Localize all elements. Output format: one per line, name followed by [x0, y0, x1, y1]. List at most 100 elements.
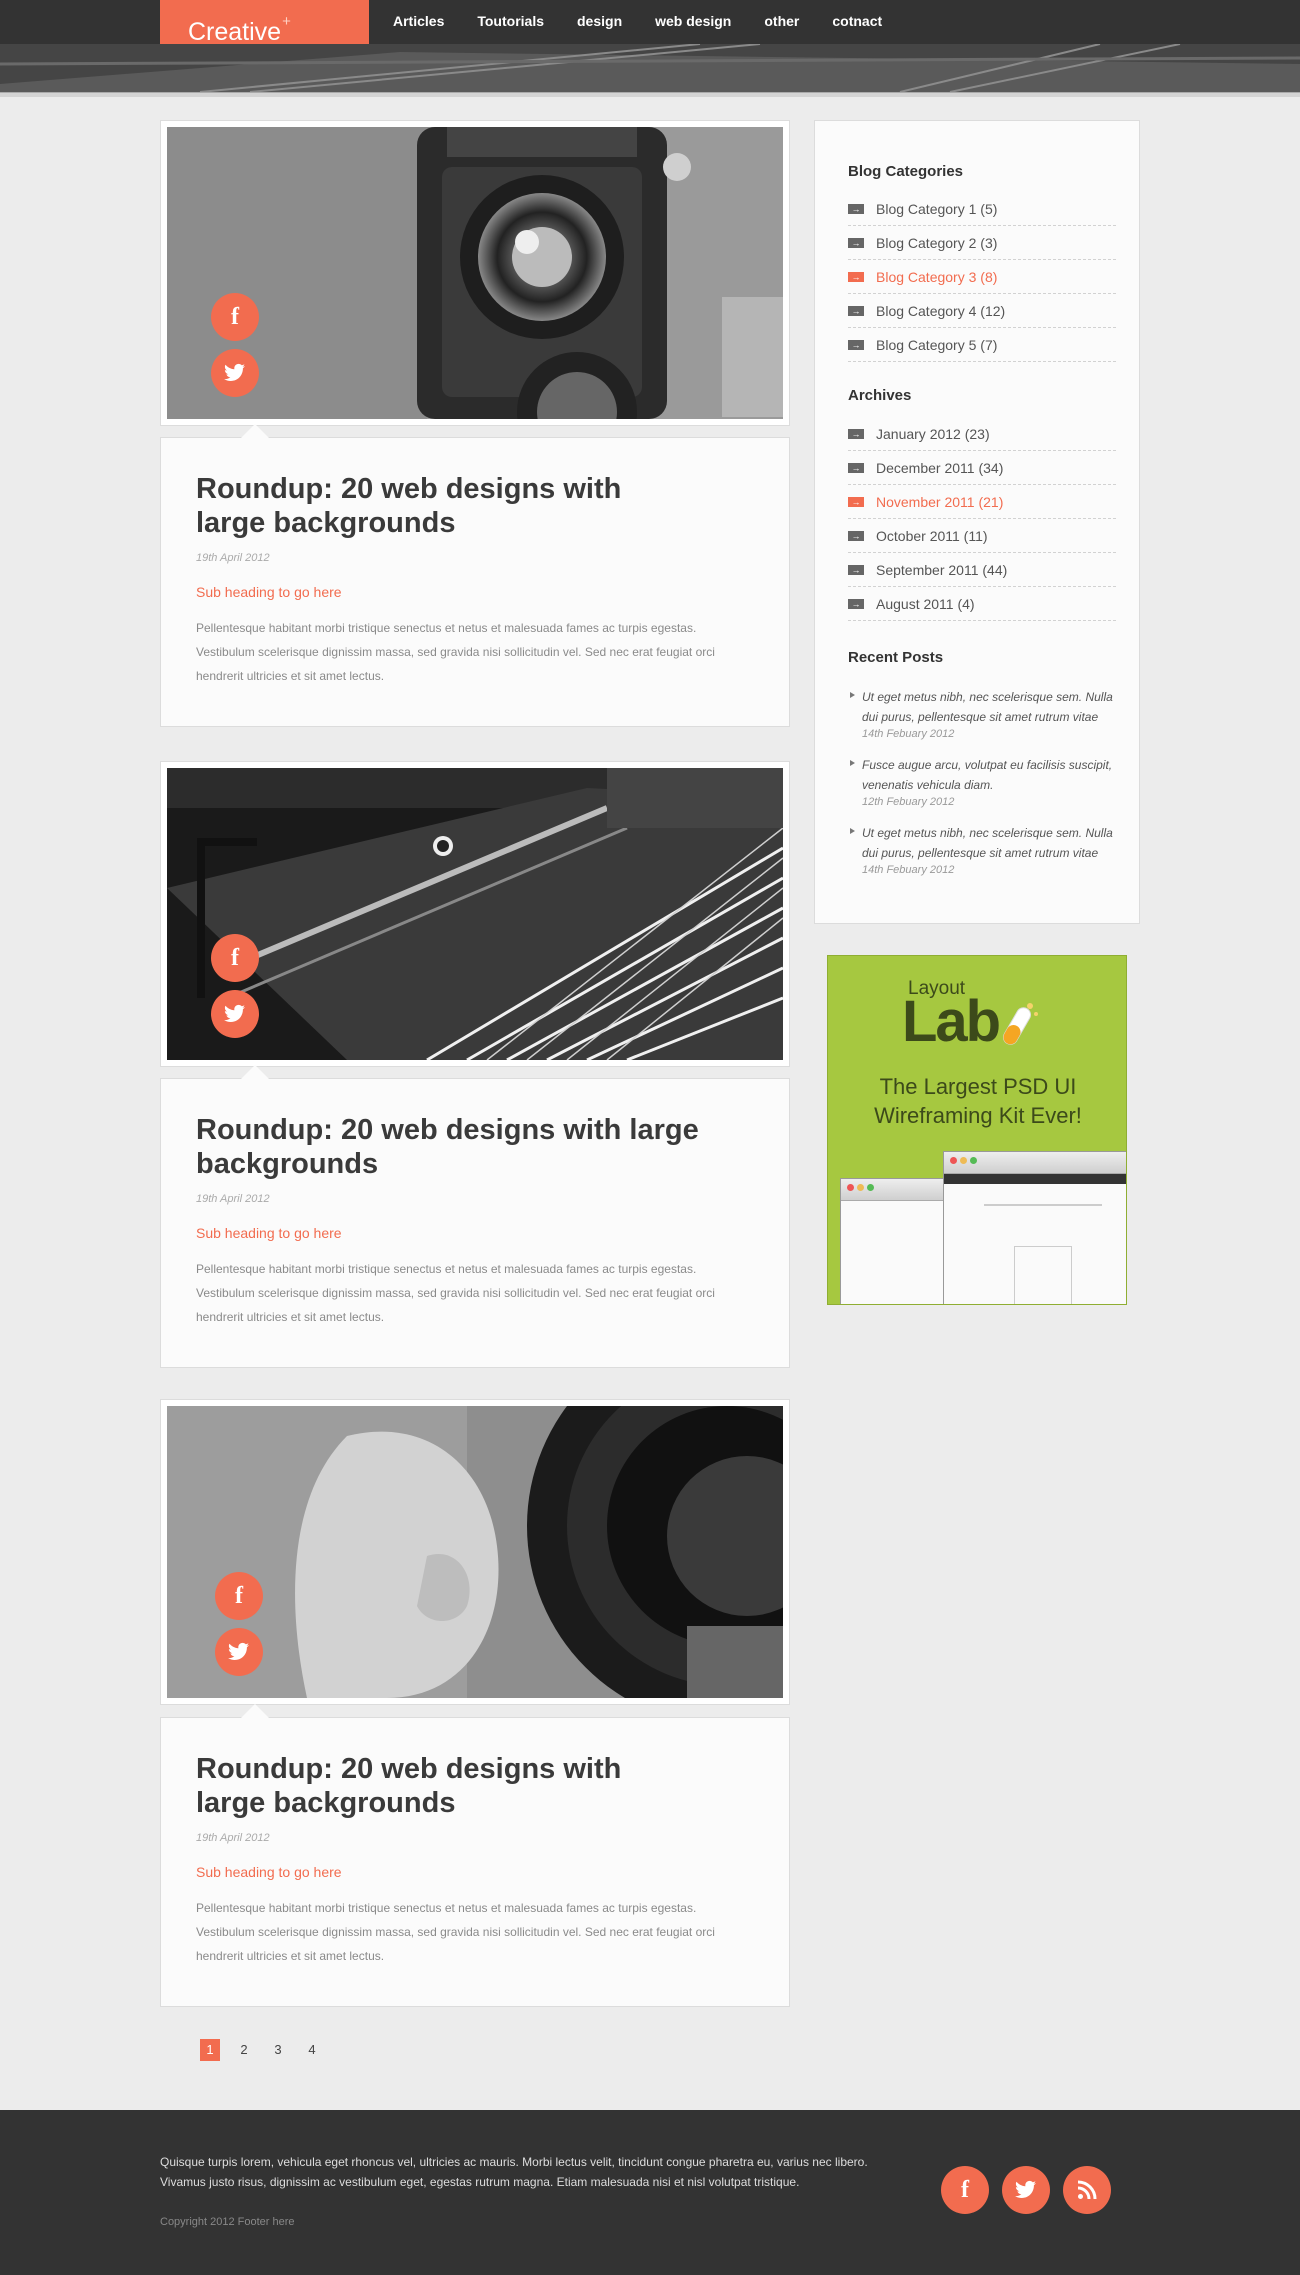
recent-post-text: Fusce augue arcu, volutpat eu facilisis … [862, 758, 1113, 792]
page-link[interactable]: 3 [268, 2039, 288, 2061]
arrow-right-icon: → [848, 530, 864, 541]
post-excerpt: Pellentesque habitant morbi tristique se… [196, 1901, 715, 1963]
archive-label: October 2011 (11) [876, 527, 988, 544]
facebook-icon: f [231, 304, 239, 330]
footer-rss-button[interactable] [1063, 2166, 1111, 2214]
facebook-icon: f [961, 2177, 969, 2203]
top-navbar: Creative+ Articles Toutorials design web… [0, 0, 1300, 46]
footer-text: Quisque turpis lorem, vehicula eget rhon… [160, 2155, 868, 2189]
facebook-icon: f [231, 945, 239, 971]
arrow-right-icon: → [848, 339, 864, 350]
post-card: Roundup: 20 web designs with large backg… [160, 1065, 790, 1368]
recent-post-item[interactable]: Ut eget metus nibh, nec scelerisque sem.… [848, 687, 1118, 741]
recent-post-item[interactable]: Ut eget metus nibh, nec scelerisque sem.… [848, 823, 1118, 877]
post-subheading: Sub heading to go here [196, 1864, 342, 1880]
archive-label: January 2012 (23) [876, 425, 990, 442]
twitter-icon [224, 363, 245, 381]
archive-item[interactable]: → December 2011 (34) [848, 451, 1116, 485]
post-subheading: Sub heading to go here [196, 584, 342, 600]
archive-item[interactable]: → January 2012 (23) [848, 417, 1116, 451]
page-link-current[interactable]: 1 [200, 2039, 220, 2061]
facebook-icon: f [235, 1583, 243, 1609]
nav-item-design[interactable]: design [577, 0, 622, 44]
category-label: Blog Category 5 (7) [876, 336, 998, 353]
site-logo[interactable]: Creative+ [160, 0, 369, 46]
advertisement-banner[interactable]: Layout Lab The Largest PSD UI Wireframin… [827, 955, 1127, 1305]
post-image-highway[interactable] [167, 768, 783, 1060]
category-item[interactable]: → Blog Category 2 (3) [848, 226, 1116, 260]
category-label: Blog Category 4 (12) [876, 302, 1006, 319]
arrow-right-icon: → [848, 564, 864, 575]
arrow-right-icon: → [848, 496, 864, 507]
facebook-share-button[interactable]: f [215, 1572, 263, 1620]
category-item-active[interactable]: → Blog Category 3 (8) [848, 260, 1116, 294]
page-link[interactable]: 4 [302, 2039, 322, 2061]
footer-twitter-button[interactable] [1002, 2166, 1050, 2214]
categories-heading: Blog Categories [848, 163, 964, 180]
post-excerpt: Pellentesque habitant morbi tristique se… [196, 1262, 715, 1324]
archive-item-active[interactable]: → November 2011 (21) [848, 485, 1116, 519]
category-item[interactable]: → Blog Category 5 (7) [848, 328, 1116, 362]
site-logo-text: Creative [188, 18, 282, 46]
arrow-right-icon: → [848, 428, 864, 439]
recent-posts-heading: Recent Posts [848, 649, 944, 666]
archive-item[interactable]: → September 2011 (44) [848, 553, 1116, 587]
arrow-right-icon: → [848, 271, 864, 282]
rss-icon [1077, 2180, 1097, 2200]
header-banner-image [0, 44, 1300, 92]
main-nav: Articles Toutorials design web design ot… [393, 0, 915, 44]
post-title[interactable]: Roundup: 20 web designs with large backg… [196, 1752, 666, 1820]
post-title[interactable]: Roundup: 20 web designs with large backg… [196, 1113, 716, 1181]
post-card-pointer [241, 1065, 269, 1079]
post-subheading: Sub heading to go here [196, 1225, 342, 1241]
recent-post-item[interactable]: Fusce augue arcu, volutpat eu facilisis … [848, 755, 1118, 809]
post-date: 19th April 2012 [196, 1193, 270, 1205]
twitter-share-button[interactable] [211, 349, 259, 397]
recent-post-text: Ut eget metus nibh, nec scelerisque sem.… [862, 826, 1113, 860]
nav-item-web-design[interactable]: web design [655, 0, 731, 44]
footer: Quisque turpis lorem, vehicula eget rhon… [0, 2110, 1300, 2275]
post-card-pointer [241, 424, 269, 438]
post-image-frame: f [160, 761, 790, 1067]
twitter-share-button[interactable] [215, 1628, 263, 1676]
twitter-icon [228, 1642, 249, 1660]
category-label: Blog Category 1 (5) [876, 200, 998, 217]
arrow-right-icon: → [848, 237, 864, 248]
recent-post-text: Ut eget metus nibh, nec scelerisque sem.… [862, 690, 1113, 724]
twitter-icon [224, 1004, 245, 1022]
post-card-pointer [241, 1704, 269, 1718]
post-card: Roundup: 20 web designs with large backg… [160, 1704, 790, 2007]
twitter-icon [1015, 2180, 1036, 2198]
arrow-right-icon: → [848, 462, 864, 473]
post-image-frame: f [160, 1399, 790, 1705]
post-image-frame: f [160, 120, 790, 426]
archive-item[interactable]: → August 2011 (4) [848, 587, 1116, 621]
archive-label: December 2011 (34) [876, 459, 1004, 476]
archive-item[interactable]: → October 2011 (11) [848, 519, 1116, 553]
footer-facebook-button[interactable]: f [941, 2166, 989, 2214]
archives-heading: Archives [848, 387, 912, 404]
nav-item-contact[interactable]: cotnact [832, 0, 882, 44]
footer-copyright: Copyright 2012 Footer here [160, 2216, 295, 2228]
category-item[interactable]: → Blog Category 1 (5) [848, 192, 1116, 226]
category-item[interactable]: → Blog Category 4 (12) [848, 294, 1116, 328]
arrow-right-icon: → [848, 305, 864, 316]
facebook-share-button[interactable]: f [211, 934, 259, 982]
test-tube-icon [1003, 1003, 1038, 1045]
pagination: 1 2 3 4 [200, 2039, 336, 2061]
category-label: Blog Category 3 (8) [876, 268, 998, 285]
logo-plus-mark: + [282, 13, 291, 30]
twitter-share-button[interactable] [211, 990, 259, 1038]
archives-list: → January 2012 (23) → December 2011 (34) →… [848, 417, 1116, 621]
ad-tagline: The Largest PSD UI Wireframing Kit Ever! [874, 1074, 1082, 1128]
nav-item-tutorials[interactable]: Toutorials [477, 0, 544, 44]
browser-toolbar [944, 1152, 1126, 1174]
post-title[interactable]: Roundup: 20 web designs with large backg… [196, 472, 666, 540]
nav-item-articles[interactable]: Articles [393, 0, 444, 44]
page-link[interactable]: 2 [234, 2039, 254, 2061]
nav-item-other[interactable]: other [764, 0, 799, 44]
post-date: 19th April 2012 [196, 1832, 270, 1844]
categories-list: → Blog Category 1 (5) → Blog Category 2 (3… [848, 192, 1116, 362]
facebook-share-button[interactable]: f [211, 293, 259, 341]
post-image-camera[interactable] [167, 127, 783, 419]
